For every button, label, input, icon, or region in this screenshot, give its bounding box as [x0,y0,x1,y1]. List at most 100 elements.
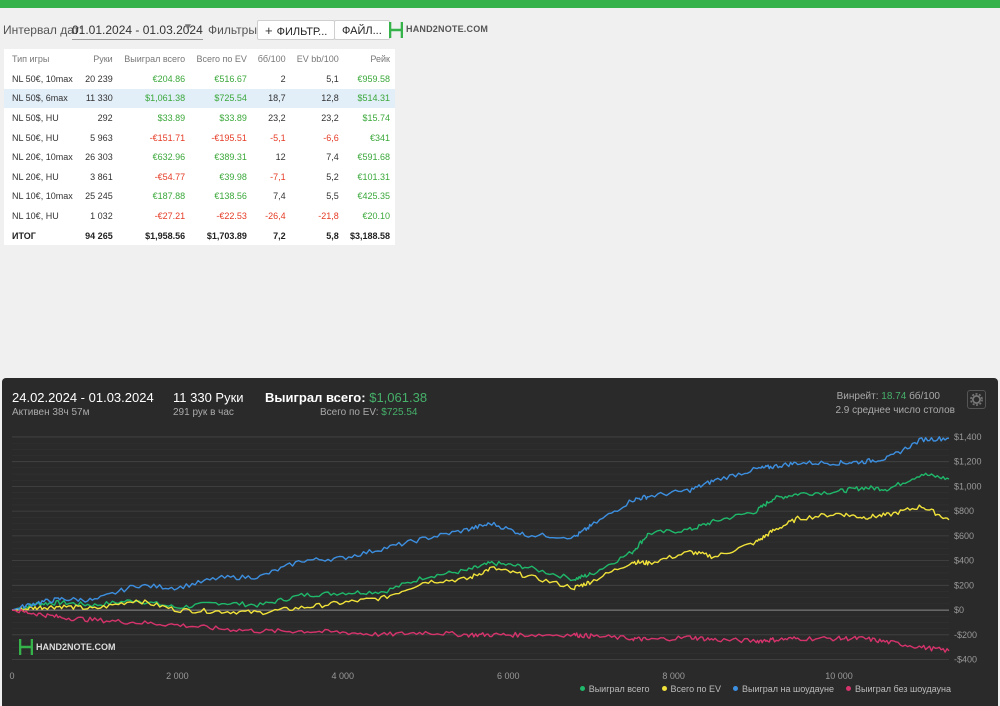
table-cell: 23,2 [321,112,339,123]
table-cell: NL 10€, HU [12,210,59,221]
filter-button-label: ФИЛЬТР... [276,26,328,38]
column-header[interactable]: EV bb/100 [291,49,344,69]
top-accent-bar [0,0,1000,8]
hand2note-logo-text: HAND2NOTE.COM [406,24,489,34]
table-cell: -26,4 [265,210,286,221]
table-total-cell: 94 265 [85,230,113,241]
table-header-row: Тип игры Руки Выиграл всего Всего по EV бб/1… [4,49,395,69]
table-cell: NL 20€, HU [12,171,59,182]
table-cell: 5,1 [326,73,339,84]
table-cell: NL 10€, 10max [12,191,73,202]
y-tick-label: $600 [954,531,974,541]
series-line [11,608,950,653]
column-header[interactable]: бб/100 [252,49,291,69]
table-cell: €187.88 [152,191,186,202]
graph-panel: 24.02.2024 - 01.03.2024 Активен 38ч 57м … [2,378,998,706]
column-header[interactable]: Рейк [344,49,395,69]
chevron-down-icon[interactable]: ▼ [183,22,193,33]
table-total-cell: 7,2 [273,230,286,241]
column-header[interactable]: Всего по EV [190,49,252,69]
legend-label: Всего по EV [670,684,722,694]
table-cell: $725.54 [190,88,252,109]
legend-item[interactable]: Всего по EV [661,684,722,694]
y-tick-label: $1,000 [954,481,982,491]
legend-label: Выиграл на шоудауне [742,684,834,694]
table-cell: 2 [280,73,286,84]
table-cell: 5,5 [326,191,339,202]
table-row[interactable]: NL 50€, HU 5 963 -€151.71 -€195.51 -5,1 -6,6 €… [4,128,395,148]
table-cell: 5,2 [326,171,339,182]
table-cell: €138.56 [214,191,247,202]
table-row[interactable]: NL 50€, 10max 20 239 €204.86 €516.67 2 5,1 €95… [4,69,395,89]
table-cell: 25 245 [85,191,113,202]
table-total-cell: $1,703.89 [206,230,247,241]
chart-logo-text: HAND2NOTE.COM [36,642,116,652]
table-cell: €39.98 [219,171,247,182]
series-line [11,472,950,611]
legend-dot-icon [846,686,851,691]
table-cell: $33.89 [157,112,186,123]
file-button-label: ФАЙЛ... [342,25,382,37]
column-header[interactable]: Руки [79,49,117,69]
table-cell: $514.31 [343,88,395,109]
y-tick-label: $1,400 [954,432,982,442]
table-row[interactable]: NL 20€, 10max 26 303 €632.96 €389.31 12 7,4 €5… [4,147,395,167]
table-cell: -€27.21 [154,210,186,221]
y-tick-label: -$200 [954,630,977,640]
filter-button[interactable]: + ФИЛЬТР... [257,20,336,40]
table-cell: NL 50$, 6max [4,88,80,109]
table-cell: €101.31 [357,171,390,182]
table-row[interactable]: NL 10€, HU 1 032 -€27.21 -€22.53 -26,4 -21,8 €… [4,206,395,226]
legend-item[interactable]: Выиграл на шоудауне [733,684,834,694]
series-line [11,504,950,616]
table-total-row: ИТОГ 94 265 $1,958.56 $1,703.89 7,2 5,8 $3,188… [4,226,395,246]
table-cell: 26 303 [85,152,113,163]
plus-icon: + [265,23,273,38]
table-cell: 5 963 [90,132,113,143]
table-cell: €516.67 [214,73,247,84]
table-cell: €959.58 [357,73,390,84]
file-button[interactable]: ФАЙЛ... [334,20,390,40]
legend-dot-icon [733,686,739,691]
table-cell: -5,1 [270,132,286,143]
table-row[interactable]: NL 50$, 6max 11 330 $1,061.38 $725.54 18,7 12… [4,88,395,109]
column-header[interactable]: Выиграл всего [118,49,190,69]
table-cell: NL 50$, HU [12,112,59,123]
table-cell: -7,1 [270,171,286,182]
table-cell: 20 239 [85,73,113,84]
legend-item[interactable]: Выиграл всего [579,684,650,694]
table-total-cell: $3,188.58 [349,230,390,241]
table-cell: 23,2 [268,112,286,123]
table-row[interactable]: NL 10€, 10max 25 245 €187.88 €138.56 7,4 5,5 €… [4,187,395,207]
table-cell: €389.31 [214,152,247,163]
table-cell: $33.89 [219,112,247,123]
table-cell: 7,4 [326,152,339,163]
table-row[interactable]: NL 20€, HU 3 861 -€54.77 €39.98 -7,1 5,2 €101.… [4,167,395,187]
table-cell: 292 [97,112,113,123]
filters-label: Фильтры: [208,23,261,37]
table-row[interactable]: NL 50$, HU 292 $33.89 $33.89 23,2 23,2 $15.74 [4,108,395,128]
table-cell: NL 50€, 10max [12,73,73,84]
x-tick-label: 0 [9,671,14,681]
table-cell: 3 861 [90,171,113,182]
column-header[interactable]: Тип игры [4,49,79,69]
table-cell: 7,4 [273,191,286,202]
chart-legend: Выиграл всего Всего по EV Выиграл на шоуда… [568,684,951,694]
profit-chart: $1,400 $1,200 $1,000 $800 $600 $400 $200 $0 -$20… [9,432,982,681]
table-cell: -6,6 [323,132,339,143]
table-cell: NL 50€, HU [12,132,59,143]
x-tick-label: 4 000 [332,671,355,681]
table-cell: 18,7 [251,88,291,109]
table-cell: -€195.51 [211,132,247,143]
x-tick-label: 6 000 [497,671,520,681]
table-cell: 12 [275,152,286,163]
table-cell: -€22.53 [216,210,247,221]
legend-item[interactable]: Выиграл без шоудауна [846,684,951,694]
y-tick-label: -$400 [954,655,977,665]
x-tick-label: 2 000 [166,671,189,681]
table-cell: €20.10 [362,210,390,221]
y-tick-label: $400 [954,556,974,566]
table-cell: €591.68 [357,152,390,163]
y-tick-label: $0 [954,605,964,615]
legend-dot-icon [579,686,585,691]
